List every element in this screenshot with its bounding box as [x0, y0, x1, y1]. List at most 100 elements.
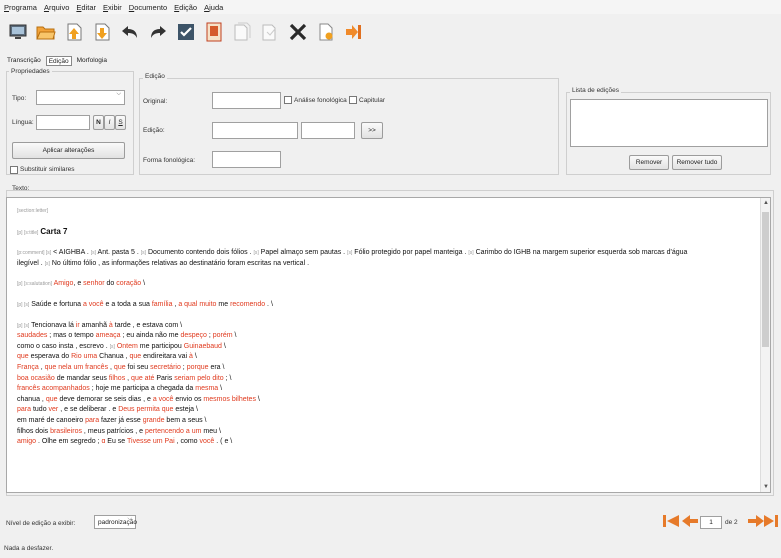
- text-run: Eu se: [105, 438, 128, 446]
- lingua-label: Língua:: [12, 119, 34, 126]
- text-run: \: [232, 332, 237, 340]
- edited-word: despeço: [180, 332, 207, 340]
- last-page-icon[interactable]: [764, 514, 778, 530]
- analise-fonologica-label: Análise fonológica: [294, 97, 347, 104]
- analise-fonologica-checkbox[interactable]: [284, 96, 292, 104]
- tipo-label: Tipo:: [12, 95, 27, 102]
- paste-page-icon[interactable]: [258, 19, 282, 45]
- tipo-select[interactable]: ⌵: [36, 90, 125, 105]
- tab-morfologia[interactable]: Morfologia: [75, 56, 109, 66]
- edicao-input[interactable]: [212, 122, 298, 139]
- underline-button[interactable]: S: [115, 115, 126, 130]
- next-edition-button[interactable]: >>: [361, 122, 383, 139]
- text-run: Chanua ,: [97, 353, 130, 361]
- text-run: < AIGHBA: [53, 249, 87, 257]
- page-up-icon[interactable]: [62, 19, 86, 45]
- menu-ajuda[interactable]: Ajuda: [204, 3, 223, 12]
- text-run: \: [255, 395, 260, 403]
- text-run: como o caso insta , escrevo .: [17, 342, 110, 350]
- text-run: e a toda a sua: [103, 300, 152, 308]
- exit-icon[interactable]: [342, 19, 366, 45]
- forma-fonologica-input[interactable]: [212, 151, 281, 168]
- menu-editar[interactable]: Editar: [76, 3, 96, 12]
- menu-bar: Programa Arquivo Editar Exibir Documento…: [0, 0, 781, 14]
- text-run: , e: [73, 280, 84, 288]
- text-run: Paris: [154, 374, 175, 382]
- text-run: em maré de canoeiro: [17, 416, 86, 424]
- original-input[interactable]: [212, 92, 281, 109]
- markup-tag: [p] [s:salutation]: [17, 281, 53, 288]
- edicao-input-2[interactable]: [301, 122, 355, 139]
- nivel-edicao-select[interactable]: padronização ⌵: [94, 515, 137, 529]
- page-number-input[interactable]: 1: [700, 516, 722, 529]
- substituir-similares-checkbox[interactable]: [10, 166, 18, 174]
- text-run: \: [218, 385, 223, 393]
- edited-word: secretário: [150, 363, 181, 371]
- texto-content[interactable]: [section:letter] [p] [s:title] Carta 7 […: [17, 206, 757, 458]
- monitor-icon[interactable]: [6, 19, 30, 45]
- texto-editor[interactable]: [section:letter] [p] [s:title] Carta 7 […: [6, 197, 771, 493]
- image-icon[interactable]: [202, 19, 226, 45]
- menu-exibir[interactable]: Exibir: [103, 3, 122, 12]
- text-run: . Olhe em segredo ;: [36, 438, 102, 446]
- menu-edicao[interactable]: Edição: [174, 3, 197, 12]
- text-run: amanhã: [79, 321, 109, 329]
- menu-documento[interactable]: Documento: [129, 3, 167, 12]
- edited-word: recomendo: [230, 300, 266, 308]
- text-run: ; eu ainda não me: [120, 332, 181, 340]
- capitular-checkbox[interactable]: [349, 96, 357, 104]
- undo-icon[interactable]: [118, 19, 142, 45]
- markup-tag: [s]: [347, 250, 353, 257]
- edited-word: seriam pelo dito: [174, 374, 224, 382]
- edited-word: que: [129, 353, 142, 361]
- menu-programa[interactable]: Programa: [4, 3, 37, 12]
- text-run: me: [216, 300, 231, 308]
- text-run: Carimbo do IGHB na margem superior esque…: [475, 249, 688, 257]
- scroll-thumb[interactable]: [762, 212, 769, 347]
- edited-word: ameaça: [95, 332, 121, 340]
- edited-word: você: [199, 438, 215, 446]
- check-icon[interactable]: [174, 19, 198, 45]
- forma-fonologica-label: Forma fonológica:: [143, 157, 196, 164]
- markup-tag: [s]: [140, 250, 147, 257]
- text-run: chanua ,: [17, 395, 46, 403]
- edicao-label: Edição:: [143, 127, 165, 134]
- previous-page-icon[interactable]: [682, 514, 698, 530]
- menu-arquivo[interactable]: Arquivo: [44, 3, 69, 12]
- text-run: \: [141, 280, 146, 288]
- body-paragraph: [p] [s] Tencionava lá ir amanhã à tarde …: [17, 321, 757, 448]
- first-page-icon[interactable]: [663, 514, 679, 530]
- markup-tag: [p] [s]: [17, 301, 30, 308]
- aplicar-alteracoes-button[interactable]: Aplicar alterações: [12, 142, 125, 159]
- edited-word: Guinaebaud: [183, 342, 222, 350]
- scroll-down-icon[interactable]: ▼: [761, 484, 770, 490]
- page-down-icon[interactable]: [90, 19, 114, 45]
- bold-button[interactable]: N: [93, 115, 104, 130]
- remover-button[interactable]: Remover: [629, 155, 669, 170]
- lista-edicoes-list[interactable]: [570, 99, 768, 147]
- open-folder-icon[interactable]: [34, 19, 58, 45]
- delete-icon[interactable]: [286, 19, 310, 45]
- edited-word: França: [17, 363, 39, 371]
- redo-icon[interactable]: [146, 19, 170, 45]
- text-run: deve demorar se seis dias , e: [57, 395, 153, 403]
- italic-button[interactable]: I: [104, 115, 115, 130]
- edited-word: senhor: [83, 280, 105, 288]
- text-run: esteja \: [173, 406, 198, 414]
- edited-word: grande: [142, 416, 165, 424]
- next-page-icon[interactable]: [748, 514, 764, 530]
- text-run: ; \: [223, 374, 232, 382]
- scroll-up-icon[interactable]: ▲: [761, 200, 770, 206]
- text-run: Tencionava lá: [31, 321, 76, 329]
- text-scrollbar[interactable]: ▲ ▼: [760, 198, 770, 492]
- copy-page-icon[interactable]: [230, 19, 254, 45]
- tab-transcricao[interactable]: Transcrição: [5, 56, 43, 66]
- remover-tudo-button[interactable]: Remover tudo: [672, 155, 722, 170]
- text-run: . ( e \: [214, 438, 233, 446]
- edited-word: a você: [152, 395, 174, 403]
- lingua-input[interactable]: [36, 115, 90, 130]
- edicao-title: Edição: [143, 73, 167, 80]
- tab-edicao[interactable]: Edição: [45, 56, 72, 66]
- edited-word: que: [45, 395, 58, 403]
- new-document-icon[interactable]: [314, 19, 338, 45]
